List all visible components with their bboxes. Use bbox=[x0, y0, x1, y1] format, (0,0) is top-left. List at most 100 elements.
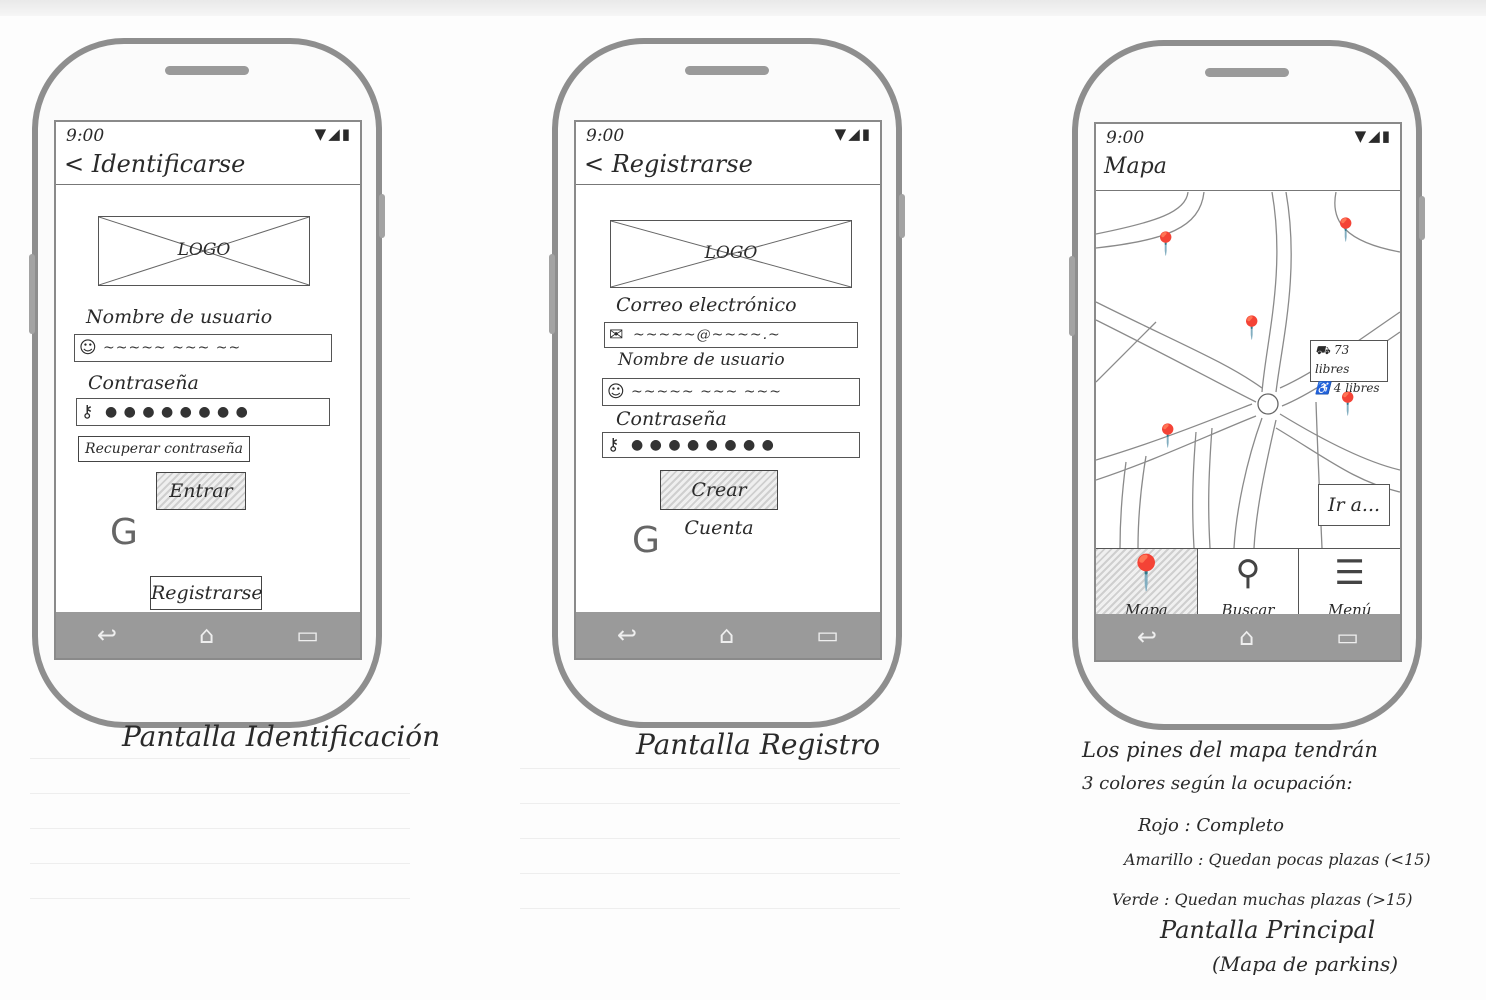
note-line-2: 3 colores según la ocupación: bbox=[1082, 773, 1353, 794]
register-title[interactable]: < Registrarse bbox=[584, 150, 753, 178]
side-button bbox=[549, 254, 555, 334]
password-label: Contraseña bbox=[88, 372, 199, 394]
back-icon[interactable]: ↩ bbox=[97, 623, 117, 647]
ruled-line bbox=[520, 768, 900, 769]
parking-info-popup: ⛟ 73 libres ♿ 4 libres bbox=[1310, 340, 1388, 395]
map-pin-icon[interactable]: 📍 bbox=[1152, 232, 1179, 257]
email-field[interactable]: ✉ ~~~~~@~~~~.~ bbox=[604, 322, 858, 348]
password-field[interactable]: ⚷ ● ● ● ● ● ● ● ● bbox=[76, 398, 330, 426]
menu-icon: ☰ bbox=[1334, 553, 1365, 593]
recover-password-button[interactable]: Recuperar contraseña bbox=[78, 436, 250, 462]
login-screen: 9:00 ▼◢▮ < Identificarse LOGO Nombre de … bbox=[54, 120, 362, 660]
map-pin-icon: 📍 bbox=[1125, 553, 1168, 593]
tab-menu[interactable]: ☰ Menú bbox=[1299, 549, 1400, 621]
status-bar: 9:00 ▼◢▮ bbox=[56, 122, 360, 148]
paper-top-edge bbox=[0, 0, 1486, 16]
go-to-button[interactable]: Ir a... bbox=[1318, 484, 1390, 526]
password-value: ● ● ● ● ● ● ● ● bbox=[631, 437, 775, 453]
google-icon[interactable]: G bbox=[632, 520, 660, 561]
map-view[interactable]: 📍 📍 📍 📍 📍 ⛟ 73 libres ♿ 4 libres Ir a... bbox=[1096, 192, 1400, 548]
home-icon[interactable]: ⌂ bbox=[1239, 625, 1254, 649]
logo-placeholder: LOGO bbox=[98, 216, 310, 286]
map-pin-icon[interactable]: 📍 bbox=[1332, 218, 1359, 243]
phone-register: 9:00 ▼◢▮ < Registrarse LOGO Correo elect… bbox=[549, 38, 905, 728]
status-time: 9:00 bbox=[66, 126, 105, 146]
ruled-line bbox=[30, 828, 410, 829]
home-icon[interactable]: ⌂ bbox=[199, 623, 214, 647]
side-button bbox=[29, 254, 35, 334]
note-line-5: Verde : Quedan muchas plazas (>15) bbox=[1112, 890, 1413, 909]
ruled-line bbox=[30, 758, 410, 759]
side-button bbox=[379, 194, 385, 238]
status-time: 9:00 bbox=[1106, 128, 1145, 148]
caption-main: Pantalla Principal bbox=[1160, 916, 1376, 944]
bike-icon: ♿ bbox=[1315, 381, 1330, 395]
phone-main: 9:00 ▼◢▮ Mapa 📍 📍 📍 📍 📍 ⛟ 73 libres ♿ 4 … bbox=[1069, 40, 1425, 730]
home-icon[interactable]: ⌂ bbox=[719, 623, 734, 647]
android-nav-bar: ↩ ⌂ ▭ bbox=[1096, 614, 1400, 660]
popup-bikes-row: ♿ 4 libres bbox=[1315, 379, 1387, 398]
recents-icon[interactable]: ▭ bbox=[816, 623, 839, 647]
side-button bbox=[1069, 256, 1075, 336]
username-field[interactable]: ☺ ~~~~~ ~~~ ~~~ bbox=[602, 378, 860, 406]
recents-icon[interactable]: ▭ bbox=[296, 623, 319, 647]
main-title: Mapa bbox=[1104, 154, 1167, 179]
tab-map[interactable]: 📍 Mapa bbox=[1096, 549, 1198, 621]
ruled-line bbox=[520, 803, 900, 804]
title-divider bbox=[576, 184, 880, 185]
caption-register: Pantalla Registro bbox=[636, 728, 881, 761]
tab-search[interactable]: ⚲ Buscar bbox=[1198, 549, 1300, 621]
popup-cars-row: ⛟ 73 libres bbox=[1315, 341, 1387, 379]
password-field[interactable]: ⚷ ● ● ● ● ● ● ● ● bbox=[602, 432, 860, 458]
key-icon: ⚷ bbox=[81, 402, 94, 422]
back-icon[interactable]: ↩ bbox=[1137, 625, 1157, 649]
back-icon[interactable]: ↩ bbox=[617, 623, 637, 647]
mail-icon: ✉ bbox=[609, 325, 624, 345]
phone-login: 9:00 ▼◢▮ < Identificarse LOGO Nombre de … bbox=[29, 38, 385, 728]
status-icons: ▼◢▮ bbox=[1354, 127, 1392, 145]
caption-login: Pantalla Identificación bbox=[122, 720, 441, 753]
speaker bbox=[685, 66, 769, 75]
key-icon: ⚷ bbox=[607, 435, 620, 455]
side-button bbox=[899, 194, 905, 238]
popup-bikes: 4 libres bbox=[1333, 381, 1380, 395]
register-button[interactable]: Registrarse bbox=[150, 576, 263, 610]
note-line-3: Rojo : Completo bbox=[1138, 815, 1284, 836]
logo-placeholder: LOGO bbox=[610, 220, 852, 288]
note-line-4: Amarillo : Quedan pocas plazas (<15) bbox=[1124, 850, 1431, 869]
google-icon[interactable]: G bbox=[110, 512, 138, 553]
speaker bbox=[165, 66, 249, 75]
main-screen: 9:00 ▼◢▮ Mapa 📍 📍 📍 📍 📍 ⛟ 73 libres ♿ 4 … bbox=[1094, 122, 1402, 662]
side-button bbox=[1419, 196, 1425, 240]
email-value: ~~~~~@~~~~.~ bbox=[633, 327, 781, 343]
status-icons: ▼◢▮ bbox=[834, 125, 872, 143]
car-icon: ⛟ bbox=[1315, 343, 1331, 357]
username-value: ~~~~~ ~~~ ~~~ bbox=[631, 384, 782, 400]
logo-text: LOGO bbox=[704, 243, 758, 263]
map-pin-icon[interactable]: 📍 bbox=[1238, 316, 1265, 341]
speaker bbox=[1205, 68, 1289, 77]
status-icons: ▼◢▮ bbox=[314, 125, 352, 143]
username-field[interactable]: ☺ ~~~~~ ~~~ ~~ bbox=[74, 334, 332, 362]
username-label: Nombre de usuario bbox=[618, 350, 785, 370]
ruled-line bbox=[520, 908, 900, 909]
login-title[interactable]: < Identificarse bbox=[64, 150, 245, 178]
username-value: ~~~~~ ~~~ ~~ bbox=[103, 340, 242, 356]
ruled-line bbox=[520, 838, 900, 839]
password-value: ● ● ● ● ● ● ● ● bbox=[105, 404, 249, 420]
create-account-button[interactable]: Crear Cuenta bbox=[660, 470, 778, 539]
ruled-line bbox=[30, 898, 410, 899]
username-label: Nombre de usuario bbox=[86, 306, 273, 328]
ruled-line bbox=[520, 873, 900, 874]
map-pin-icon[interactable]: 📍 bbox=[1154, 424, 1181, 449]
register-screen: 9:00 ▼◢▮ < Registrarse LOGO Correo elect… bbox=[574, 120, 882, 660]
enter-button[interactable]: Entrar bbox=[156, 472, 246, 510]
status-bar: 9:00 ▼◢▮ bbox=[576, 122, 880, 148]
search-icon: ⚲ bbox=[1235, 553, 1261, 593]
android-nav-bar: ↩ ⌂ ▭ bbox=[576, 612, 880, 658]
email-label: Correo electrónico bbox=[616, 294, 797, 316]
recents-icon[interactable]: ▭ bbox=[1336, 625, 1359, 649]
ruled-line bbox=[30, 863, 410, 864]
android-nav-bar: ↩ ⌂ ▭ bbox=[56, 612, 360, 658]
logo-text: LOGO bbox=[177, 240, 231, 260]
